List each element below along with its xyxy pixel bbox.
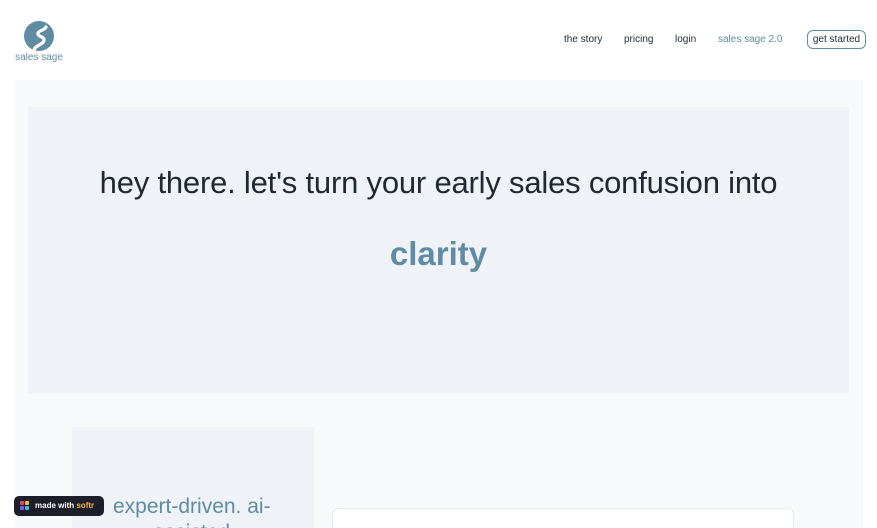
logo-text: sales sage (15, 52, 63, 63)
nav-login-label[interactable]: login (675, 31, 696, 49)
winding-road-logo-icon (24, 21, 54, 51)
hero-accent-word: clarity (389, 235, 488, 272)
badge-prefix: made with (35, 501, 75, 510)
hero-heading: hey there. let's turn your early sales c… (99, 165, 778, 200)
get-started-button[interactable]: get started (807, 30, 866, 49)
nav-the-story[interactable]: the story (564, 31, 602, 49)
made-with-softr-badge[interactable]: made with softr (14, 496, 104, 516)
badge-label: made with softr (35, 496, 94, 516)
site-header: sales sage the story pricing login sales… (0, 0, 877, 80)
feature-heading-line1: expert-driven. ai- (113, 495, 271, 518)
nav-the-story-label[interactable]: the story (564, 31, 602, 49)
page-gutter-right (863, 80, 877, 528)
feature-card: expert-driven. ai- assisted. (72, 427, 314, 528)
nav-sales-sage-2[interactable]: sales sage 2.0 (718, 31, 783, 49)
nav-pricing-label[interactable]: pricing (624, 31, 653, 49)
hero-section: hey there. let's turn your early sales c… (28, 107, 849, 393)
page-gutter-left (0, 80, 14, 528)
nav-pricing[interactable]: pricing (624, 31, 653, 49)
badge-brand: softr (76, 501, 95, 510)
nav-sales-sage-2-label[interactable]: sales sage 2.0 (718, 31, 783, 49)
nav-login[interactable]: login (675, 31, 696, 49)
softr-logo-icon (20, 501, 30, 511)
logo[interactable]: sales sage (14, 21, 64, 65)
preview-panel (332, 508, 794, 528)
feature-heading-line2: assisted. (153, 520, 236, 528)
